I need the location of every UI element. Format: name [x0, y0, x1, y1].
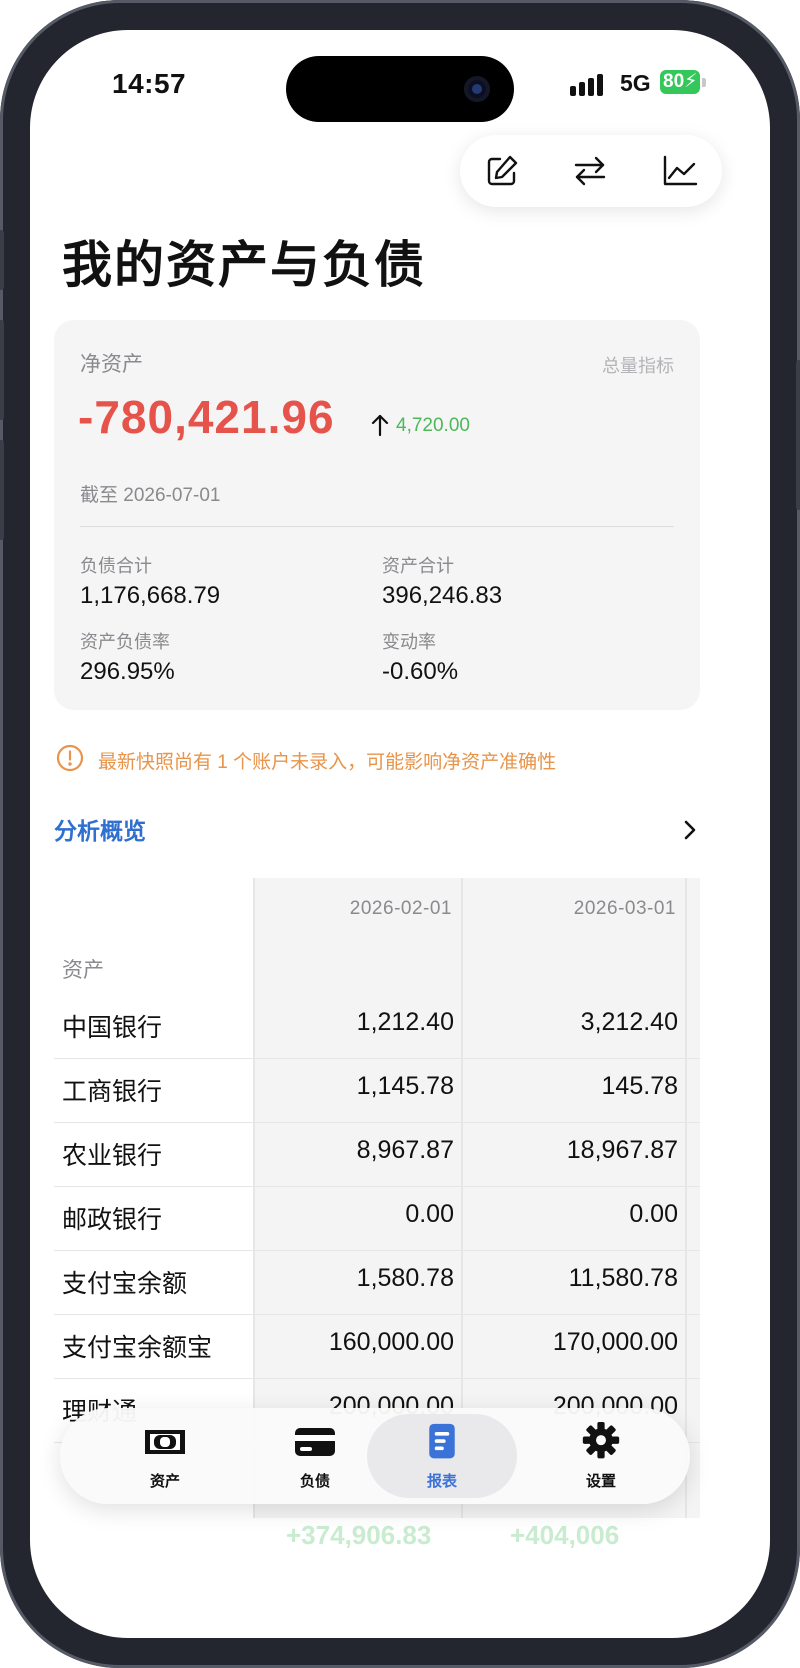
volume-down-button — [0, 440, 4, 540]
account-name: 中国银行 — [62, 1014, 163, 1042]
power-button — [796, 360, 800, 510]
debt-ratio-label: 资产负债率 — [80, 632, 170, 652]
snapshot-warning: 最新快照尚有 1 个账户未录入，可能影响净资产准确性 — [56, 744, 696, 774]
tab-reports[interactable]: 报表 — [367, 1414, 517, 1498]
volume-up-button — [0, 320, 4, 420]
cell-value: 160,000.00 — [328, 1328, 454, 1356]
cell-value: 170,000.00 — [552, 1328, 678, 1356]
cell-value: 8,967.87 — [356, 1136, 454, 1164]
table-row[interactable]: 中国银行 1,212.40 3,212.40 — [54, 994, 700, 1059]
warning-icon — [56, 744, 84, 772]
analysis-overview-link[interactable]: 分析概览 — [54, 812, 702, 852]
table-row[interactable]: 农业银行 8,967.87 18,967.87 — [54, 1122, 700, 1187]
cell-value: 0.00 — [629, 1200, 678, 1228]
tab-settings[interactable]: 设置 — [526, 1408, 676, 1504]
assets-total-value: 396,246.83 — [382, 582, 503, 609]
account-name: 农业银行 — [62, 1142, 163, 1170]
column-header: 2026-03-01 — [573, 898, 676, 919]
cell-value: 3,212.40 — [580, 1008, 678, 1036]
net-worth-card: 净资产 总量指标 -780,421.96 4,720.00 截至 2026-07… — [54, 320, 700, 710]
tab-label: 设置 — [585, 1473, 616, 1490]
table-row[interactable]: 邮政银行 0.00 0.00 — [54, 1186, 700, 1251]
net-worth-delta: 4,720.00 — [396, 415, 470, 436]
net-worth-value: -780,421.96 — [78, 391, 335, 443]
chevron-right-icon — [684, 820, 696, 840]
liabilities-total-label: 负债合计 — [80, 556, 152, 576]
tab-assets[interactable]: 资产 — [90, 1408, 240, 1504]
cell-value: 11,580.78 — [568, 1264, 678, 1292]
edit-icon — [487, 155, 518, 186]
action-button — [0, 230, 4, 290]
swap-icon — [574, 156, 606, 186]
page-title: 我的资产与负债 — [62, 237, 426, 293]
app-screen: 14:57 5G 80⚡ 我的资产与负债 净资产 总量指标 -780,421.9… — [30, 30, 770, 1638]
phone-frame: 14:57 5G 80⚡ 我的资产与负债 净资产 总量指标 -780,421.9… — [0, 0, 800, 1668]
warning-text: 最新快照尚有 1 个账户未录入，可能影响净资产准确性 — [98, 752, 557, 773]
signal-icon — [570, 74, 610, 96]
account-name: 支付宝余额 — [62, 1270, 188, 1298]
status-bar: 14:57 5G 80⚡ — [30, 30, 770, 140]
as-of-date: 截至 2026-07-01 — [80, 485, 221, 506]
column-header: 2026-02-01 — [349, 898, 452, 919]
report-icon — [429, 1423, 455, 1459]
trend-button[interactable] — [660, 151, 700, 191]
change-rate-value: -0.60% — [382, 658, 459, 685]
network-type: 5G — [620, 70, 651, 96]
tab-label: 报表 — [426, 1473, 457, 1490]
table-row[interactable]: 支付宝余额宝 160,000.00 170,000.00 — [54, 1314, 700, 1379]
cell-value: 1,580.78 — [356, 1264, 454, 1292]
table-row[interactable]: 支付宝余额 1,580.78 11,580.78 — [54, 1250, 700, 1315]
cell-value: 145.78 — [601, 1072, 678, 1100]
change-rate-label: 变动率 — [382, 632, 436, 652]
cell-value: 1,145.78 — [356, 1072, 454, 1100]
gear-icon — [582, 1422, 620, 1459]
card-divider — [80, 526, 674, 527]
dynamic-island — [286, 56, 514, 122]
transfer-button[interactable] — [570, 151, 610, 191]
chart-icon — [663, 155, 698, 186]
cell-value: 18,967.87 — [566, 1136, 678, 1164]
arrow-up-icon — [371, 414, 389, 437]
account-name: 工商银行 — [62, 1078, 163, 1106]
assets-total-label: 资产合计 — [382, 556, 454, 576]
bottom-tab-bar: 资产 负债 报表 设置 — [60, 1408, 690, 1504]
account-name: 支付宝余额宝 — [62, 1334, 213, 1362]
status-time: 14:57 — [112, 68, 187, 99]
edit-button[interactable] — [482, 151, 522, 191]
tab-label: 资产 — [149, 1473, 180, 1490]
total-change-value: +404,006 — [510, 1520, 620, 1550]
analysis-overview-label: 分析概览 — [54, 818, 146, 844]
battery-icon: 80⚡ — [660, 70, 700, 94]
total-metric-link[interactable]: 总量指标 — [602, 352, 674, 378]
assets-section-label: 资产 — [62, 959, 104, 982]
cell-value: 0.00 — [405, 1200, 454, 1228]
debt-ratio-value: 296.95% — [80, 658, 175, 685]
top-toolbar — [460, 135, 722, 207]
battery-level: 80 — [663, 71, 685, 92]
cash-icon — [145, 1430, 185, 1454]
cell-value: 1,212.40 — [356, 1008, 454, 1036]
credit-card-icon — [295, 1428, 335, 1456]
battery-tip — [702, 78, 706, 87]
liabilities-total-value: 1,176,668.79 — [80, 582, 221, 609]
table-row[interactable]: 工商银行 1,145.78 145.78 — [54, 1058, 700, 1123]
front-camera — [464, 76, 490, 102]
total-change-value: +374,906.83 — [286, 1520, 432, 1550]
account-name: 邮政银行 — [62, 1206, 163, 1234]
net-worth-label: 净资产 — [80, 353, 143, 376]
